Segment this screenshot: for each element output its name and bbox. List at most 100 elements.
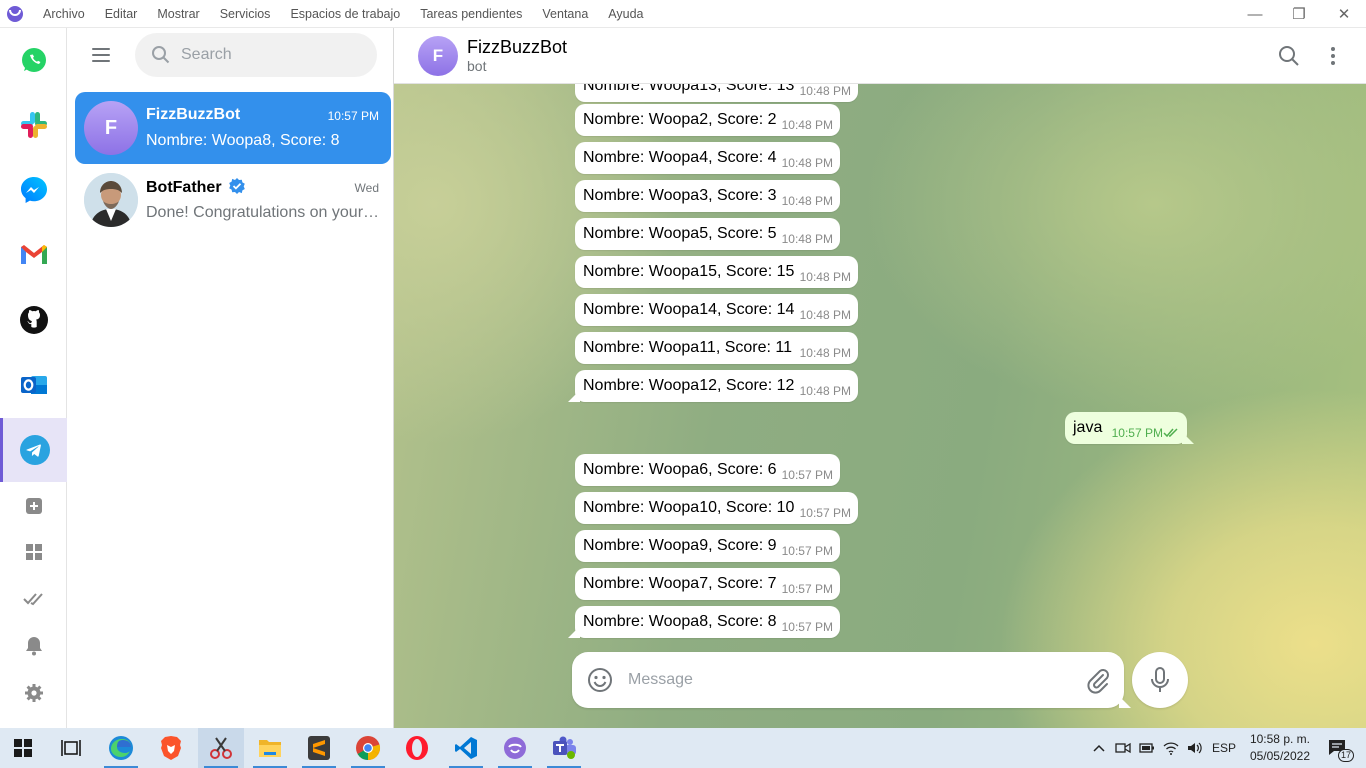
task-view-button[interactable] (48, 728, 94, 768)
snipping-tool-icon (210, 737, 232, 759)
tray-meet-now[interactable] (1112, 728, 1134, 768)
service-gmail[interactable] (0, 223, 67, 287)
microphone-icon (1151, 667, 1169, 692)
tasks-button[interactable] (0, 579, 67, 619)
taskbar-edge[interactable] (98, 728, 144, 768)
message-bubble: Nombre: Woopa9, Score: 9 10:57 PM (575, 530, 840, 562)
attach-icon[interactable] (1086, 666, 1110, 694)
chat-list-panel: F FizzBuzzBot 10:57 PM Nombre: Woopa8, S… (68, 28, 394, 728)
message-time: 10:48 PM (781, 194, 833, 208)
settings-button[interactable] (0, 673, 67, 713)
taskbar-brave[interactable] (148, 728, 194, 768)
message-time: 10:57 PM (781, 544, 833, 558)
service-messenger[interactable] (0, 158, 67, 222)
main-menu-button[interactable] (92, 48, 110, 62)
rambox-logo-icon (7, 5, 23, 22)
service-whatsapp[interactable] (0, 28, 67, 92)
restore-button[interactable]: ❐ (1276, 0, 1322, 28)
message-time: 10:57 PM (1111, 426, 1163, 440)
menu-servicios[interactable]: Servicios (210, 0, 281, 28)
notifications-button[interactable] (0, 626, 67, 666)
hamburger-line (92, 60, 110, 62)
edge-icon (109, 736, 133, 760)
message-bubble: Nombre: Woopa14, Score: 14 10:48 PM (575, 294, 858, 326)
minimize-button[interactable]: — (1232, 0, 1278, 28)
chat-item-fizzbuzzbot[interactable]: F FizzBuzzBot 10:57 PM Nombre: Woopa8, S… (75, 92, 391, 164)
chat-preview: Done! Congratulations on your new bot. Y… (146, 204, 380, 221)
menu-ayuda[interactable]: Ayuda (598, 0, 653, 28)
taskbar-opera[interactable] (394, 728, 440, 768)
message-text: Nombre: Woopa8, Score: 8 (583, 613, 777, 630)
chat-header[interactable]: F FizzBuzzBot bot (394, 28, 1366, 84)
tray-wifi[interactable] (1160, 728, 1182, 768)
taskbar-vscode[interactable] (443, 728, 489, 768)
chat-preview: Nombre: Woopa8, Score: 8 (146, 132, 340, 149)
hamburger-line (92, 54, 110, 56)
service-github[interactable] (0, 288, 67, 352)
service-slack[interactable] (0, 93, 67, 157)
menu-mostrar[interactable]: Mostrar (147, 0, 209, 28)
notification-center-button[interactable]: 17 (1318, 728, 1358, 768)
avatar[interactable]: F (418, 36, 458, 76)
taskbar-clock[interactable]: 10:58 p. m. 05/05/2022 (1250, 731, 1310, 765)
service-outlook[interactable] (0, 353, 67, 417)
emoji-icon[interactable] (586, 666, 614, 694)
search-box[interactable] (135, 33, 377, 77)
brave-icon (161, 736, 181, 760)
tray-overflow-button[interactable] (1088, 728, 1110, 768)
message-text: Nombre: Woopa9, Score: 9 (583, 537, 777, 554)
message-input[interactable] (628, 666, 1068, 694)
chat-messages-area[interactable]: Nombre: Woopa13, Score: 13 10:48 PM Nomb… (394, 84, 1366, 728)
message-time: 10:48 PM (799, 308, 851, 322)
add-service-button[interactable] (0, 486, 67, 526)
menu-editar[interactable]: Editar (95, 0, 148, 28)
menu-ventana[interactable]: Ventana (532, 0, 598, 28)
hamburger-line (92, 48, 110, 50)
search-input[interactable] (181, 46, 361, 64)
more-options-button[interactable] (1319, 42, 1347, 70)
windows-taskbar: ESP 10:58 p. m. 05/05/2022 17 (0, 728, 1366, 768)
taskbar-sublime[interactable] (296, 728, 342, 768)
menu-tareas[interactable]: Tareas pendientes (410, 0, 532, 28)
taskbar-rambox[interactable] (492, 728, 538, 768)
message-time: 10:48 PM (799, 384, 851, 398)
message-text: Nombre: Woopa6, Score: 6 (583, 461, 777, 478)
menu-archivo[interactable]: Archivo (33, 0, 95, 28)
battery-icon (1139, 743, 1154, 753)
message-bubble: Nombre: Woopa15, Score: 15 10:48 PM (575, 256, 858, 288)
message-bubble: Nombre: Woopa10, Score: 10 10:57 PM (575, 492, 858, 524)
tray-volume[interactable] (1184, 728, 1206, 768)
taskbar-file-explorer[interactable] (247, 728, 293, 768)
folder-icon (259, 740, 281, 757)
rambox-icon (504, 737, 526, 759)
message-time: 10:48 PM (781, 118, 833, 132)
workspaces-button[interactable] (0, 532, 67, 572)
message-bubble: Nombre: Woopa7, Score: 7 10:57 PM (575, 568, 840, 600)
chat-title[interactable]: FizzBuzzBot (467, 37, 567, 58)
tray-battery[interactable] (1136, 728, 1158, 768)
chat-time: 10:57 PM (327, 109, 379, 123)
message-time: 10:48 PM (799, 346, 851, 360)
taskbar-teams[interactable] (541, 728, 587, 768)
message-text: Nombre: Woopa3, Score: 3 (583, 187, 777, 204)
menu-espacios[interactable]: Espacios de trabajo (280, 0, 410, 28)
service-telegram[interactable] (0, 418, 67, 482)
chat-item-botfather[interactable]: BotFather Wed Done! Congratulations on y… (75, 164, 391, 236)
chat-name-text: BotFather (146, 179, 222, 196)
message-bubble: Nombre: Woopa11, Score: 11 10:48 PM (575, 332, 858, 364)
close-button[interactable]: ✕ (1321, 0, 1366, 28)
tray-language[interactable]: ESP (1208, 728, 1240, 768)
gmail-icon (20, 245, 47, 264)
chat-time: Wed (354, 181, 379, 195)
search-chat-button[interactable] (1275, 42, 1303, 70)
search-icon (1279, 46, 1299, 66)
message-text: Nombre: Woopa13, Score: 13 (583, 84, 795, 94)
slack-icon (20, 112, 47, 138)
taskbar-chrome[interactable] (345, 728, 391, 768)
more-vertical-icon (1331, 47, 1335, 65)
sublime-text-icon (308, 736, 330, 760)
start-button[interactable] (0, 728, 46, 768)
voice-record-button[interactable] (1132, 652, 1188, 708)
taskbar-snipping-tool[interactable] (198, 728, 244, 768)
message-bubble: Nombre: Woopa13, Score: 13 10:48 PM (575, 84, 858, 102)
